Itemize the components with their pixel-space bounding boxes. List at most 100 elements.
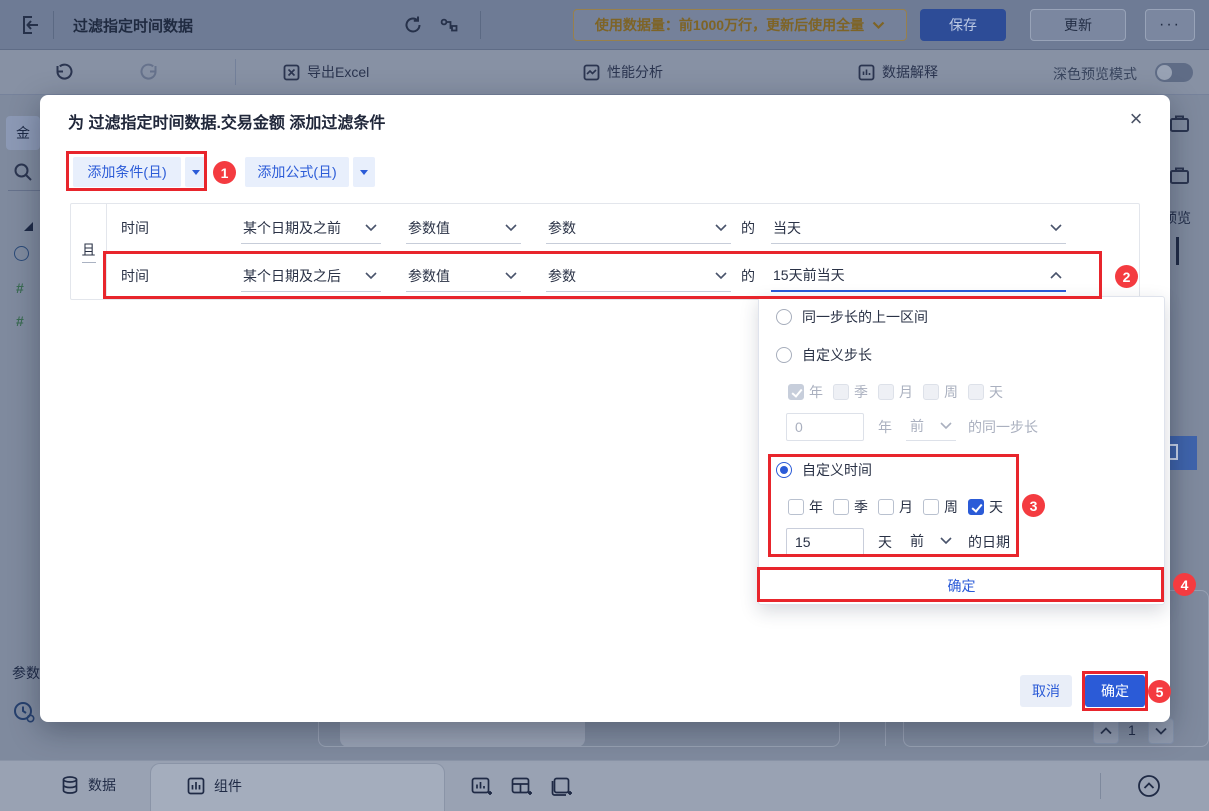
tab-data-label: 数据 [88,777,116,793]
tab-data[interactable]: 数据 [60,775,116,795]
top-bar: 过滤指定时间数据 使用数据量：前1000万行，更新后使用全量 保存 更新 ··· [0,0,1209,50]
dark-preview-toggle[interactable] [1155,63,1193,82]
exit-icon[interactable] [18,13,42,37]
unit-label: 季 [854,384,868,400]
tab-component[interactable]: 组件 [186,776,242,796]
checkbox-checked-icon[interactable] [968,499,984,515]
field-tab-chip[interactable]: 金 [6,116,40,150]
value-type-select[interactable]: 参数值 [406,212,521,244]
checkbox-icon[interactable] [878,499,894,515]
add-formula-button[interactable]: 添加公式(且) [245,157,349,187]
export-excel-button[interactable]: 导出Excel [283,61,369,83]
radio-selected-icon[interactable] [776,462,792,478]
time-unit-label: 天 [878,534,892,550]
add-condition-button[interactable]: 添加条件(且) [73,157,181,187]
add-condition-caret[interactable] [185,157,207,187]
param-select[interactable]: 参数 [546,260,731,292]
chevron-down-icon [505,271,517,280]
chevron-down-icon [1050,223,1062,232]
unit-label: 年 [809,499,823,515]
chevron-down-icon [872,21,885,29]
export-excel-label: 导出Excel [307,64,370,80]
option-custom-step[interactable]: 自定义步长 [776,345,872,365]
cancel-button[interactable]: 取消 [1020,675,1072,707]
chevron-down-icon [505,223,517,232]
component-icon [187,777,205,795]
custom-step-units: 年 季 月 周 天 [788,382,1013,402]
time-direction-select[interactable]: 前 [906,529,956,556]
data-explain-button[interactable]: 数据解释 [858,61,938,83]
save-button[interactable]: 保存 [920,9,1006,41]
add-formula-caret[interactable] [353,157,375,187]
time-value-input[interactable] [786,528,864,556]
group-operator[interactable]: 且 [81,240,96,263]
add-table-icon[interactable] [510,775,534,799]
operator-select[interactable]: 某个日期及之后 [241,260,381,292]
chevron-up-icon [1050,271,1062,279]
divider [53,11,54,39]
update-button[interactable]: 更新 [1030,9,1126,41]
unit-week[interactable]: 周 [923,497,958,517]
custom-time-units: 年 季 月 周 天 [788,497,1013,517]
direction-value: 前 [910,532,924,549]
time-value-select-open[interactable]: 15天前当天 [771,260,1066,292]
excel-icon [283,64,300,80]
refresh-icon[interactable] [402,14,424,36]
tab-component-container[interactable]: 组件 [150,763,445,811]
collapse-triangle-icon[interactable] [24,222,33,231]
unit-quarter: 季 [833,382,868,402]
time-settings-icon[interactable] [12,700,36,724]
panel-icon[interactable] [1168,164,1192,188]
more-button[interactable]: ··· [1145,9,1195,41]
unit-year[interactable]: 年 [788,497,823,517]
performance-button[interactable]: 性能分析 [583,61,663,83]
unit-label: 月 [899,384,913,400]
panel-icon[interactable] [1168,112,1192,136]
operator-select[interactable]: 某个日期及之前 [241,212,381,244]
option-custom-time[interactable]: 自定义时间 [776,460,872,480]
custom-time-input-row: 天 前 的日期 [786,528,1010,556]
chevron-down-icon [715,271,727,280]
performance-icon [583,64,600,80]
search-icon[interactable] [12,161,34,183]
unit-label: 周 [944,384,958,400]
watermark-icon[interactable] [438,14,460,36]
operator-value: 某个日期及之前 [243,219,341,236]
data-usage-dropdown[interactable]: 使用数据量：前1000万行，更新后使用全量 [573,9,907,41]
condition-group: 且 时间 某个日期及之前 参数值 参数 的 当天 时间 某个日期及之后 参数值 … [70,203,1140,300]
time-value-select[interactable]: 当天 [771,212,1066,244]
of-label: 的 [741,268,755,284]
unit-month[interactable]: 月 [878,497,913,517]
add-chart-icon[interactable] [470,775,494,799]
close-icon[interactable]: × [1120,103,1152,135]
step-suffix-label: 的同一步长 [968,419,1038,435]
time-option-dropdown: 同一步长的上一区间 自定义步长 年 季 月 周 天 年 前 的同一步长 [758,296,1165,605]
checkbox-icon[interactable] [923,499,939,515]
data-explain-icon [858,64,875,80]
value-type-select[interactable]: 参数值 [406,260,521,292]
radio-icon[interactable] [776,347,792,363]
param-value: 参数 [548,219,576,236]
ok-button[interactable]: 确定 [1085,675,1145,707]
add-list-icon[interactable] [550,775,574,799]
hash-field-icon: # [16,280,24,296]
page-title: 过滤指定时间数据 [73,18,194,35]
unit-quarter[interactable]: 季 [833,497,868,517]
radio-icon[interactable] [776,309,792,325]
checkbox-icon[interactable] [833,499,849,515]
param-select[interactable]: 参数 [546,212,731,244]
time-value: 15天前当天 [773,267,845,283]
chevron-down-icon [715,223,727,232]
undo-icon[interactable] [53,61,75,83]
dropdown-confirm-button[interactable]: 确定 [759,568,1164,604]
option-same-step[interactable]: 同一步长的上一区间 [776,307,928,327]
hash-field-icon: # [16,313,24,329]
checkbox-icon[interactable] [788,499,804,515]
unit-label: 天 [989,499,1003,515]
checkbox-disabled-icon [968,384,984,400]
annotation-badge-5: 5 [1148,680,1171,703]
annotation-badge-1: 1 [213,161,236,184]
unit-day[interactable]: 天 [968,497,1003,517]
collapse-panel-icon[interactable] [1135,772,1163,800]
unit-label: 季 [854,499,868,515]
